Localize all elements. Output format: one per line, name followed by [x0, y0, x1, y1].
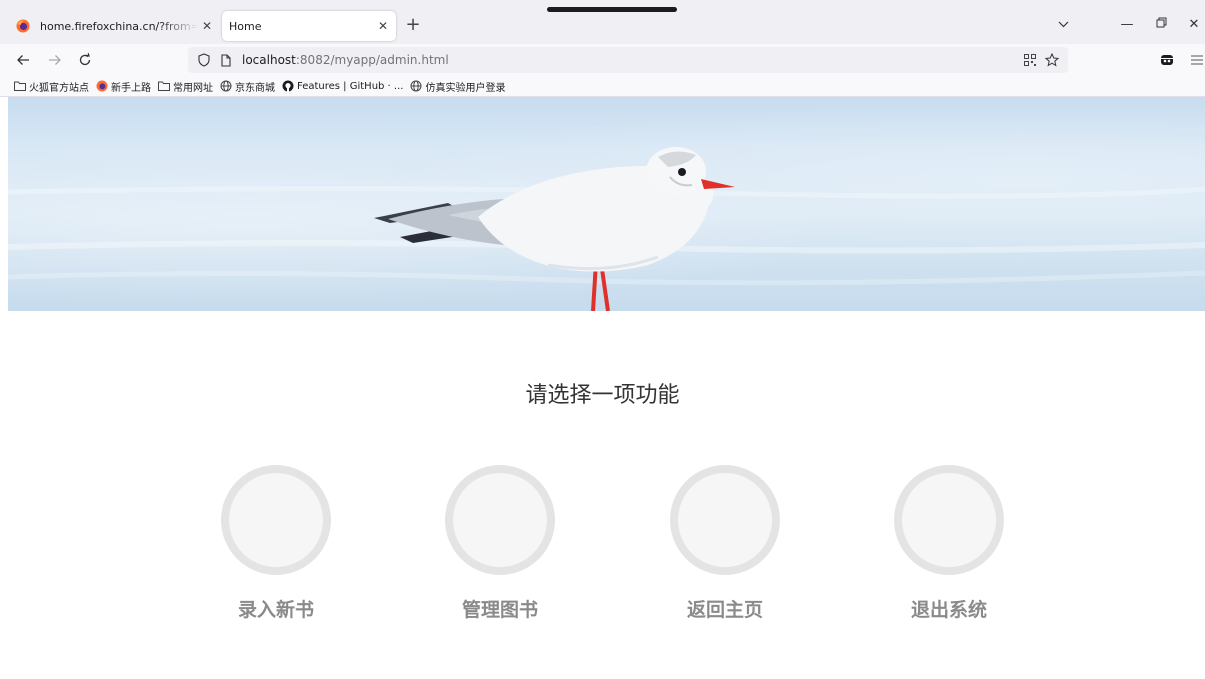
- folder-icon: [14, 80, 26, 92]
- bookmark-item[interactable]: 常用网址: [158, 79, 213, 94]
- bookmark-item[interactable]: Features | GitHub · ...: [282, 80, 403, 92]
- window-drag-handle[interactable]: [547, 7, 677, 12]
- globe-icon: [410, 80, 422, 92]
- bookmark-label: 常用网址: [173, 82, 213, 94]
- exit-system-circle-icon[interactable]: [894, 465, 1004, 575]
- bookmark-star-icon[interactable]: [1044, 52, 1060, 68]
- seagull-banner-image: [8, 97, 1205, 311]
- manage-books-circle-icon[interactable]: [445, 465, 555, 575]
- bookmark-label: 京东商城: [235, 82, 275, 94]
- bookmark-label: 新手上路: [111, 82, 151, 94]
- tab-close-icon[interactable]: ✕: [374, 19, 392, 33]
- qr-code-icon[interactable]: [1022, 52, 1038, 68]
- tab-close-icon[interactable]: ✕: [198, 19, 216, 33]
- return-home-button[interactable]: 返回主页: [670, 465, 780, 622]
- globe-icon: [220, 80, 232, 92]
- extension-icon[interactable]: [1156, 49, 1178, 71]
- menu-icon[interactable]: [1186, 49, 1205, 71]
- address-bar[interactable]: localhost:8082/myapp/admin.html: [188, 47, 1068, 73]
- url-path: :8082/myapp/admin.html: [295, 53, 449, 67]
- add-book-circle-icon[interactable]: [221, 465, 331, 575]
- new-tab-button[interactable]: +: [403, 14, 423, 36]
- page-content: 请选择一项功能 录入新书 管理图书 返回主页 退出系统: [0, 97, 1205, 679]
- firefox-icon: [96, 80, 108, 92]
- restore-button[interactable]: [1148, 14, 1174, 36]
- tab-title: home.firefoxchina.cn/?from=extra_start: [40, 19, 198, 33]
- bookmark-item[interactable]: 京东商城: [220, 79, 275, 94]
- bookmark-item[interactable]: 新手上路: [96, 79, 151, 94]
- bookmark-label: 仿真实验用户登录: [425, 82, 506, 94]
- seagull-illustration: [8, 147, 1205, 311]
- forward-arrow-icon[interactable]: [44, 49, 66, 71]
- manage-books-label[interactable]: 管理图书: [445, 595, 555, 622]
- manage-books-button[interactable]: 管理图书: [445, 465, 555, 622]
- tab-title: Home: [229, 19, 262, 33]
- exit-system-button[interactable]: 退出系统: [894, 465, 1004, 622]
- return-home-circle-icon[interactable]: [670, 465, 780, 575]
- tab-home[interactable]: Home ✕: [222, 11, 396, 41]
- minimize-button[interactable]: —: [1114, 14, 1140, 36]
- tab-strip: home.firefoxchina.cn/?from=extra_start ✕…: [0, 0, 1205, 44]
- page-icon[interactable]: [218, 52, 234, 68]
- url-host: localhost: [242, 53, 296, 67]
- exit-system-label[interactable]: 退出系统: [894, 595, 1004, 622]
- reload-icon[interactable]: [74, 49, 96, 71]
- github-icon: [282, 80, 294, 92]
- bookmarks-toolbar: 火狐官方站点 新手上路 常用网址 京东商城 Features | GitHub …: [0, 76, 1205, 97]
- bookmark-label: Features | GitHub · ...: [297, 80, 404, 92]
- tab-firefoxchina[interactable]: home.firefoxchina.cn/?from=extra_start ✕: [8, 11, 220, 41]
- add-book-button[interactable]: 录入新书: [221, 465, 331, 622]
- url-text: localhost:8082/myapp/admin.html: [242, 53, 449, 67]
- firefox-icon: [16, 19, 30, 33]
- bookmark-item[interactable]: 仿真实验用户登录: [410, 79, 505, 94]
- folder-icon: [158, 80, 170, 92]
- list-tabs-chevron-down-icon[interactable]: [1050, 14, 1076, 36]
- close-window-button[interactable]: ✕: [1181, 14, 1205, 36]
- nav-bar: localhost:8082/myapp/admin.html: [0, 44, 1205, 76]
- page-heading: 请选择一项功能: [525, 383, 680, 408]
- back-arrow-icon[interactable]: [12, 49, 34, 71]
- return-home-label[interactable]: 返回主页: [670, 595, 780, 622]
- bookmark-label: 火狐官方站点: [29, 82, 89, 94]
- bookmark-item[interactable]: 火狐官方站点: [14, 79, 89, 94]
- add-book-label[interactable]: 录入新书: [221, 595, 331, 622]
- tracking-shield-icon[interactable]: [196, 52, 212, 68]
